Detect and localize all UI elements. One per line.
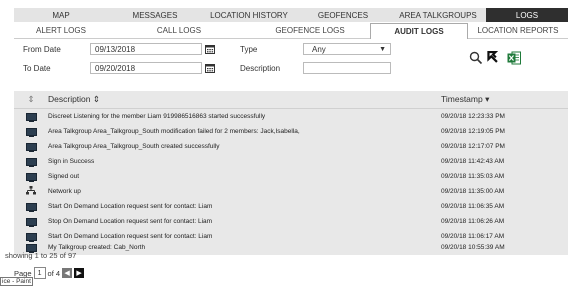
description-input[interactable] (303, 62, 391, 74)
tab-geofence-logs[interactable]: GEOFENCE LOGS (250, 23, 370, 38)
table-row[interactable]: Start On Demand Location request sent fo… (14, 229, 568, 244)
row-description: Area Talkgroup Area_Talkgroup_South crea… (48, 143, 220, 150)
computer-icon (25, 112, 37, 122)
row-description: Stop On Demand Location request sent for… (48, 218, 213, 225)
row-timestamp: 09/20/18 11:06:35 AM (441, 203, 505, 210)
calendar-icon[interactable] (205, 44, 215, 54)
computer-icon (25, 232, 37, 242)
row-timestamp: 09/20/18 11:06:26 AM (441, 218, 505, 225)
tab-location-reports[interactable]: LOCATION REPORTS (468, 23, 568, 38)
type-select-value: Any (312, 44, 326, 54)
to-date-field[interactable]: 09/20/2018 (90, 62, 202, 74)
page-number-input[interactable]: 1 (33, 267, 46, 279)
row-description: Sign in Success (48, 158, 95, 165)
row-timestamp: 09/20/18 12:19:05 PM (441, 128, 505, 135)
tab-audit-logs[interactable]: AUDIT LOGS (370, 23, 468, 39)
calendar-icon[interactable] (205, 63, 215, 73)
description-label: Description (240, 64, 281, 73)
tab-geofences[interactable]: GEOFENCES (296, 8, 390, 22)
description-column-header[interactable]: Description ⇕ (48, 94, 441, 105)
to-date-label: To Date (23, 64, 51, 73)
row-description: Start On Demand Location request sent fo… (48, 233, 213, 240)
search-icon[interactable] (469, 51, 483, 67)
audit-log-table: ⇕ Description ⇕ Timestamp ▾ Discreet Lis… (14, 91, 568, 255)
row-description: Area Talkgroup Area_Talkgroup_South modi… (48, 128, 300, 135)
computer-icon (25, 217, 37, 227)
row-description: Signed out (48, 173, 80, 180)
main-nav: MAP MESSAGES LOCATION HISTORY GEOFENCES … (14, 8, 568, 22)
tab-call-logs[interactable]: CALL LOGS (108, 23, 250, 38)
pagination-summary: showing 1 to 25 of 97 (5, 251, 77, 260)
type-label: Type (240, 45, 258, 54)
tab-location-history[interactable]: LOCATION HISTORY (202, 8, 296, 22)
table-row[interactable]: Signed out 09/20/18 11:35:03 AM (14, 169, 568, 184)
table-row[interactable]: Stop On Demand Location request sent for… (14, 214, 568, 229)
from-date-field[interactable]: 09/13/2018 (90, 43, 202, 55)
computer-icon (25, 172, 37, 182)
network-icon (26, 186, 36, 197)
row-timestamp: 09/20/18 11:35:00 AM (441, 188, 505, 195)
computer-icon (25, 202, 37, 212)
row-description: Discreet Listening for the member Liam 9… (48, 113, 266, 120)
table-header: ⇕ Description ⇕ Timestamp ▾ (14, 91, 568, 109)
row-timestamp: 09/20/18 11:06:17 AM (441, 233, 505, 240)
next-page-icon[interactable]: ▶ (74, 268, 85, 278)
computer-icon (25, 157, 37, 167)
table-row[interactable]: Discreet Listening for the member Liam 9… (14, 109, 568, 124)
tab-area-talkgroups[interactable]: AREA TALKGROUPS (390, 8, 486, 22)
excel-export-icon[interactable] (507, 51, 521, 67)
row-timestamp: 09/20/18 10:55:39 AM (441, 244, 505, 251)
row-timestamp: 09/20/18 12:17:07 PM (441, 143, 505, 150)
caret-down-icon: ▼ (379, 46, 386, 53)
tab-alert-logs[interactable]: ALERT LOGS (14, 23, 108, 38)
table-row[interactable]: Area Talkgroup Area_Talkgroup_South modi… (14, 124, 568, 139)
tab-messages[interactable]: MESSAGES (108, 8, 202, 22)
computer-icon (25, 142, 37, 152)
tab-logs[interactable]: LOGS (486, 8, 568, 22)
reset-icon[interactable] (486, 50, 499, 67)
row-timestamp: 09/20/18 11:35:03 AM (441, 173, 505, 180)
table-row[interactable]: Sign in Success 09/20/18 11:42:43 AM (14, 154, 568, 169)
table-row[interactable]: My Talkgroup created: Cab_North 09/20/18… (14, 244, 568, 253)
row-description: Start On Demand Location request sent fo… (48, 203, 213, 210)
row-timestamp: 09/20/18 12:23:33 PM (441, 113, 505, 120)
taskbar-tooltip: ice - Paint (0, 277, 33, 286)
prev-page-icon[interactable]: ◀ (62, 268, 73, 278)
icon-column-header[interactable]: ⇕ (14, 94, 48, 105)
row-description: My Talkgroup created: Cab_North (48, 244, 146, 251)
row-description: Network up (48, 188, 81, 195)
page-count: of 4 (47, 268, 61, 278)
type-select[interactable]: Any ▼ (303, 43, 391, 55)
table-row[interactable]: Network up 09/20/18 11:35:00 AM (14, 184, 568, 199)
table-row[interactable]: Start On Demand Location request sent fo… (14, 199, 568, 214)
computer-icon (25, 127, 37, 137)
from-date-label: From Date (23, 45, 61, 54)
row-timestamp: 09/20/18 11:42:43 AM (441, 158, 505, 165)
table-row[interactable]: Area Talkgroup Area_Talkgroup_South crea… (14, 139, 568, 154)
logs-subnav: ALERT LOGS CALL LOGS GEOFENCE LOGS AUDIT… (14, 23, 568, 39)
timestamp-column-header[interactable]: Timestamp ▾ (441, 94, 568, 105)
tab-map[interactable]: MAP (14, 8, 108, 22)
